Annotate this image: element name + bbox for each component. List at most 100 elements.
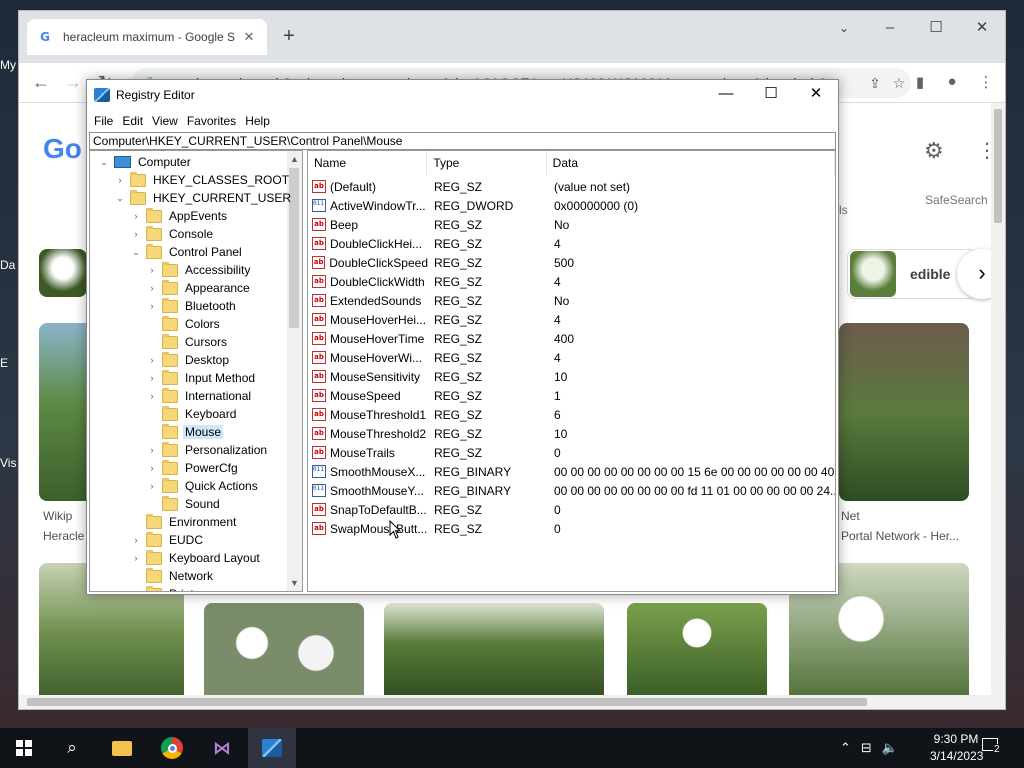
registry-value-row[interactable]: ab MouseTrails REG_SZ 0 — [308, 443, 835, 462]
scrollbar-thumb[interactable] — [994, 109, 1002, 223]
tree-node[interactable]: › Input Method — [146, 369, 257, 387]
column-header-type[interactable]: Type — [427, 151, 547, 175]
related-chip-image[interactable] — [39, 249, 87, 297]
image-result[interactable] — [204, 603, 364, 703]
column-header-name[interactable]: Name — [308, 151, 428, 175]
tree-node[interactable]: ⌄ Control Panel — [130, 243, 244, 261]
registry-value-row[interactable]: ab DoubleClickHei... REG_SZ 4 — [308, 234, 835, 253]
tree-node[interactable]: › AppEvents — [130, 207, 229, 225]
network-icon[interactable]: ⊟ — [861, 740, 872, 756]
values-list[interactable]: Name Type Data ab (Default) REG_SZ (value n… — [307, 150, 836, 592]
registry-value-row[interactable]: ab MouseSensitivity REG_SZ 10 — [308, 367, 835, 386]
registry-value-row[interactable]: ab ExtendedSounds REG_SZ No — [308, 291, 835, 310]
chevron-right-icon[interactable]: › — [146, 463, 158, 473]
chevron-right-icon[interactable]: › — [130, 211, 142, 221]
minimize-button[interactable]: — — [706, 84, 746, 106]
address-field[interactable]: Computer\HKEY_CURRENT_USER\Control Panel… — [89, 132, 836, 150]
tree-node[interactable]: › Console — [130, 225, 215, 243]
chevron-down-icon[interactable]: ⌄ — [114, 193, 126, 204]
scroll-down-icon[interactable]: ▼ — [287, 575, 302, 591]
registry-value-row[interactable]: 011 110 SmoothMouseX... REG_BINARY 00 00 00… — [308, 462, 835, 481]
tree-node[interactable]: Cursors — [146, 333, 229, 351]
registry-value-row[interactable]: ab MouseHoverTime REG_SZ 400 — [308, 329, 835, 348]
new-tab-button[interactable]: + — [277, 25, 301, 49]
page-vertical-scrollbar[interactable] — [991, 103, 1005, 709]
tree-node[interactable]: Keyboard — [146, 405, 238, 423]
image-result[interactable] — [627, 603, 767, 703]
registry-value-row[interactable]: ab MouseSpeed REG_SZ 1 — [308, 386, 835, 405]
chevron-up-icon[interactable]: ⌃ — [840, 740, 851, 756]
tree-node[interactable]: ⌄ HKEY_CURRENT_USER — [114, 189, 293, 207]
chevron-right-icon[interactable]: › — [146, 481, 158, 491]
tree-node[interactable]: › Accessibility — [146, 261, 252, 279]
profile-avatar-icon[interactable]: ● — [941, 73, 963, 95]
chevron-right-icon[interactable]: › — [130, 229, 142, 239]
tab-close-icon[interactable]: ✕ — [241, 29, 257, 45]
chevron-right-icon[interactable]: › — [130, 553, 142, 563]
chrome-taskbar-icon[interactable] — [148, 728, 196, 768]
regedit-taskbar-icon[interactable] — [248, 728, 296, 768]
menu-help[interactable]: Help — [244, 112, 276, 130]
registry-value-row[interactable]: ab SnapToDefaultB... REG_SZ 0 — [308, 500, 835, 519]
chevron-right-icon[interactable]: › — [130, 535, 142, 545]
tree-node[interactable]: › Appearance — [146, 279, 252, 297]
regedit-title-bar[interactable]: Registry Editor — ☐ ✕ — [87, 80, 838, 110]
registry-value-row[interactable]: ab SwapMouseButt... REG_SZ 0 — [308, 519, 835, 538]
google-logo[interactable]: Go — [43, 133, 82, 165]
tree-node[interactable]: › Keyboard Layout — [130, 549, 262, 567]
close-button[interactable]: ✕ — [796, 84, 836, 106]
side-panel-icon[interactable]: ▮ — [909, 73, 931, 95]
chevron-down-icon[interactable]: ⌄ — [98, 157, 110, 168]
tab-search-icon[interactable]: ⌄ — [821, 15, 867, 43]
notification-center-icon[interactable]: 2 — [982, 738, 1006, 758]
tools-link[interactable]: ls — [839, 203, 848, 217]
scrollbar-thumb[interactable] — [27, 698, 867, 706]
tree-node[interactable]: Sound — [146, 495, 222, 513]
column-header-data[interactable]: Data — [547, 151, 835, 175]
tree-vertical-scrollbar[interactable]: ▲ ▼ — [287, 151, 302, 591]
chevron-right-icon[interactable]: › — [146, 301, 158, 311]
close-button[interactable]: ✕ — [959, 15, 1005, 43]
tree-node[interactable]: › PowerCfg — [146, 459, 240, 477]
tree-node[interactable]: ⌄ Computer — [98, 153, 193, 171]
chevron-right-icon[interactable]: › — [146, 355, 158, 365]
page-horizontal-scrollbar[interactable] — [19, 695, 991, 709]
image-result[interactable] — [384, 603, 604, 703]
chevron-right-icon[interactable]: › — [146, 373, 158, 383]
image-source[interactable]: Net — [841, 509, 860, 523]
registry-value-row[interactable]: ab MouseThreshold1 REG_SZ 6 — [308, 405, 835, 424]
registry-value-row[interactable]: ab (Default) REG_SZ (value not set) — [308, 177, 835, 196]
search-icon[interactable]: ⌕ — [48, 728, 96, 768]
key-tree[interactable]: ▲ ▼ ⌄ Computer › HKEY_CLASSES_ROOT ⌄ HKEY_CUR… — [89, 150, 303, 592]
registry-value-row[interactable]: ab MouseHoverHei... REG_SZ 4 — [308, 310, 835, 329]
registry-value-row[interactable]: ab Beep REG_SZ No — [308, 215, 835, 234]
settings-gear-icon[interactable]: ⚙ — [924, 138, 944, 164]
taskbar-clock[interactable]: 9:30 PM 3/14/2023 — [930, 731, 983, 765]
start-button[interactable] — [0, 728, 48, 768]
share-icon[interactable]: ⇪ — [863, 75, 887, 92]
image-result[interactable] — [839, 323, 969, 501]
chevron-down-icon[interactable]: ⌄ — [130, 247, 142, 258]
registry-value-row[interactable]: ab DoubleClickSpeed REG_SZ 500 — [308, 253, 835, 272]
tree-node[interactable]: › Quick Actions — [146, 477, 260, 495]
chevron-right-icon[interactable]: › — [146, 265, 158, 275]
tree-node[interactable]: Mouse — [146, 423, 224, 441]
chrome-menu-icon[interactable]: ⋮ — [975, 73, 997, 95]
tree-node[interactable]: › Desktop — [146, 351, 231, 369]
image-title[interactable]: Heracle — [43, 529, 84, 543]
menu-file[interactable]: File — [93, 112, 119, 130]
chevron-right-icon[interactable]: › — [146, 283, 158, 293]
bookmark-star-icon[interactable]: ☆ — [887, 75, 911, 92]
file-explorer-icon[interactable] — [98, 728, 146, 768]
image-source[interactable]: Wikip — [43, 509, 72, 523]
chevron-right-icon[interactable]: › — [146, 445, 158, 455]
registry-value-row[interactable]: 011 110 ActiveWindowTr... REG_DWORD 0x00000… — [308, 196, 835, 215]
menu-view[interactable]: View — [151, 112, 184, 130]
volume-icon[interactable]: 🔈 — [882, 740, 898, 756]
registry-value-row[interactable]: ab MouseHoverWi... REG_SZ 4 — [308, 348, 835, 367]
forward-icon[interactable]: → — [61, 71, 85, 95]
minimize-button[interactable]: – — [867, 15, 913, 43]
maximize-button[interactable]: ☐ — [913, 15, 959, 43]
tree-node[interactable]: › Bluetooth — [146, 297, 238, 315]
chevron-right-icon[interactable]: › — [146, 391, 158, 401]
